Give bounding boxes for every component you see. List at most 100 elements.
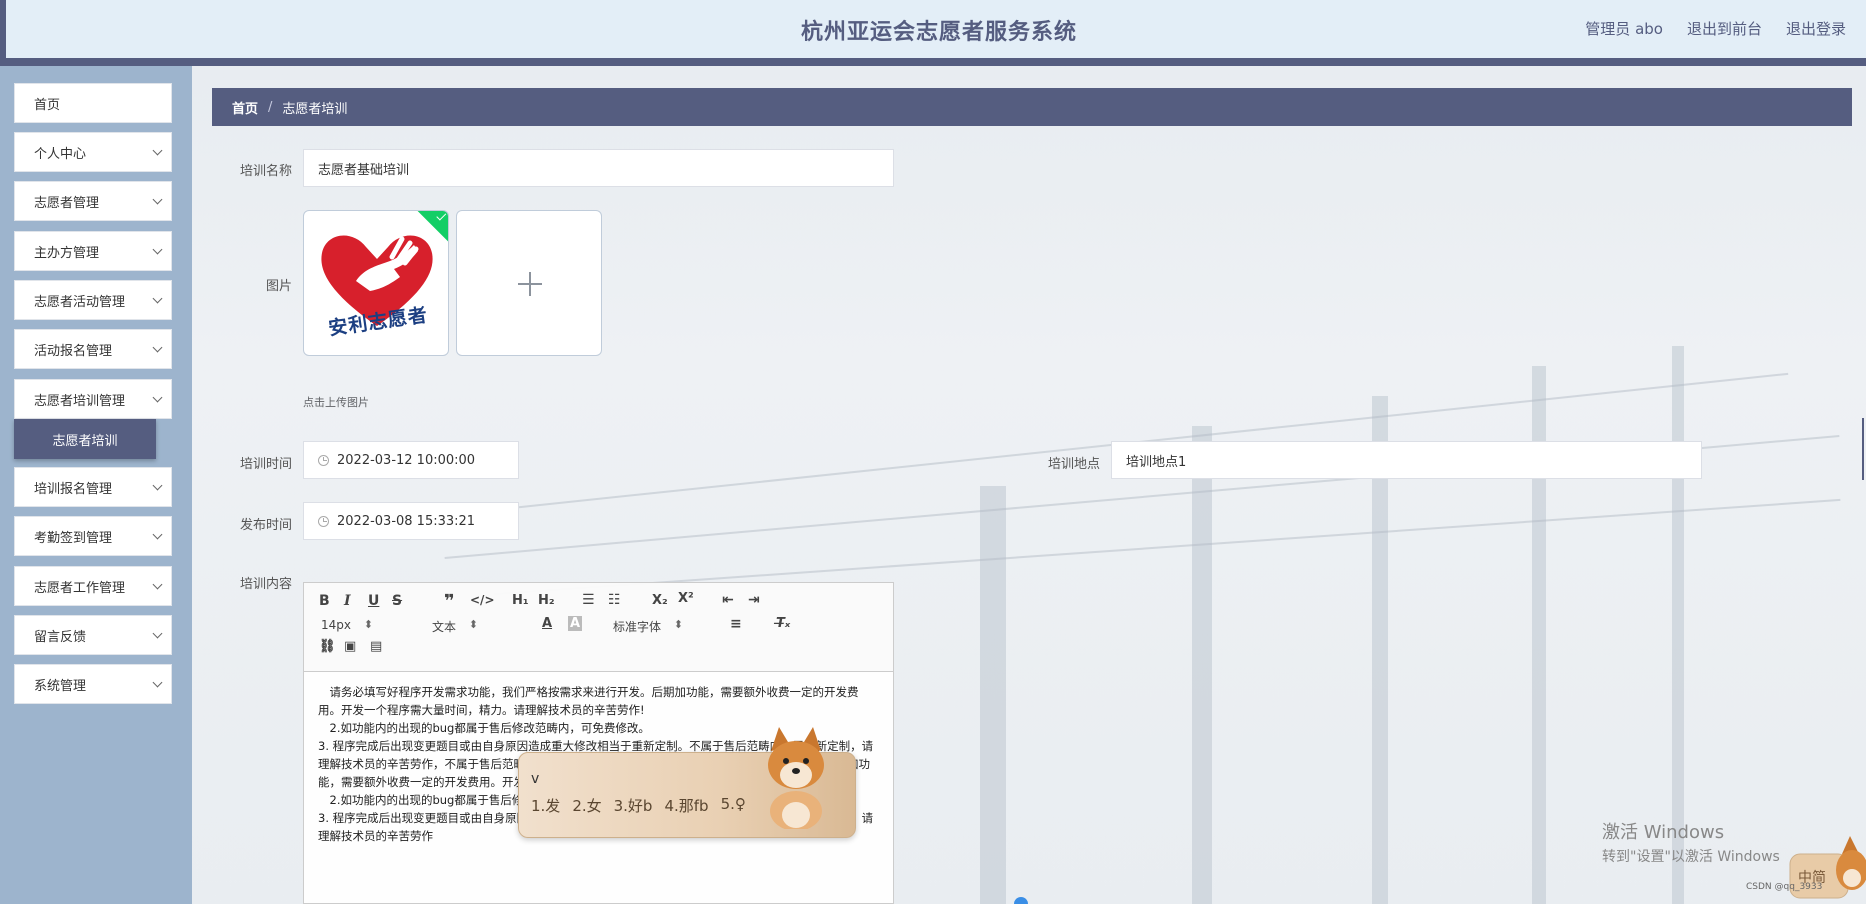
code-block-icon[interactable]: </> — [470, 593, 495, 607]
sidebar-item-training-mgmt[interactable]: 志愿者培训管理 — [14, 379, 172, 419]
sidebar-item-organizer-mgmt[interactable]: 主办方管理 — [14, 231, 172, 271]
admin-user-link[interactable]: 管理员 abo — [1585, 18, 1663, 39]
outdent-icon[interactable]: ⇤ — [722, 592, 734, 608]
font-size-select[interactable]: 14px — [321, 618, 373, 632]
sidebar-item-label: 培训报名管理 — [34, 481, 113, 497]
sidebar-item-volunteer-mgmt[interactable]: 志愿者管理 — [14, 181, 172, 221]
uploaded-image[interactable]: 安利志愿者 — [303, 210, 449, 356]
sidebar-subitem-training[interactable]: 志愿者培训 — [14, 419, 156, 459]
indent-icon[interactable]: ⇥ — [748, 592, 760, 608]
ordered-list-icon[interactable]: ☰ — [582, 592, 595, 608]
sidebar-item-label: 活动报名管理 — [34, 343, 113, 359]
chevron-down-icon — [152, 145, 163, 156]
sidebar-item-label: 首页 — [34, 97, 61, 113]
ime-candidate[interactable]: 4.那fb — [664, 795, 708, 816]
training-name-value: 志愿者基础培训 — [318, 162, 410, 178]
strikethrough-icon[interactable]: S — [392, 593, 402, 609]
sidebar-item-label: 志愿者活动管理 — [34, 294, 126, 310]
sidebar-item-label: 志愿者管理 — [34, 195, 100, 211]
chevron-down-icon — [152, 677, 163, 688]
windows-activation-watermark: 激活 Windows 转到"设置"以激活 Windows — [1602, 818, 1780, 866]
publish-time-label: 发布时间 — [239, 518, 292, 533]
sidebar-item-work-mgmt[interactable]: 志愿者工作管理 — [14, 566, 172, 606]
sidebar-item-activity-mgmt[interactable]: 志愿者活动管理 — [14, 280, 172, 320]
ime-typed-text: v — [531, 771, 540, 787]
ime-status-badge[interactable]: 中简 — [1786, 834, 1866, 904]
sidebar-item-label: 系统管理 — [34, 678, 87, 694]
sidebar-item-system-mgmt[interactable]: 系统管理 — [14, 664, 172, 704]
sidebar-item-label: 志愿者工作管理 — [34, 580, 126, 596]
clock-icon — [318, 515, 329, 527]
sidebar-item-feedback[interactable]: 留言反馈 — [14, 615, 172, 655]
text-type-select[interactable]: 文本 — [432, 618, 478, 635]
editor-toolbar: B I U S ❞ </> H₁ H₂ ☰ ☷ X₂ X² ⇤ ⇥ 14px 文… — [304, 583, 893, 672]
chevron-down-icon — [152, 293, 163, 304]
upload-add-button[interactable] — [456, 210, 602, 356]
blockquote-icon[interactable]: ❞ — [444, 591, 455, 612]
chevron-down-icon — [152, 342, 163, 353]
chevron-down-icon — [152, 194, 163, 205]
training-time-picker[interactable]: 2022-03-12 10:00:00 — [303, 441, 519, 479]
shiba-dog-icon — [768, 727, 824, 829]
logout-link[interactable]: 退出登录 — [1786, 18, 1846, 39]
watermark-line1: 激活 Windows — [1602, 822, 1725, 843]
chevron-down-icon — [152, 480, 163, 491]
watermark-line2: 转到"设置"以激活 Windows — [1602, 849, 1780, 865]
sidebar-item-activity-signup-mgmt[interactable]: 活动报名管理 — [14, 329, 172, 369]
ime-candidate-list: 1.发 2.女 3.好b 4.那fb 5.♀ — [531, 795, 746, 816]
right-edge-tab — [1862, 418, 1864, 480]
exit-to-front-link[interactable]: 退出到前台 — [1687, 18, 1762, 39]
training-name-label: 培训名称 — [239, 164, 292, 179]
training-name-input[interactable]: 志愿者基础培训 — [303, 149, 894, 187]
publish-time-picker[interactable]: 2022-03-08 15:33:21 — [303, 502, 519, 540]
sidebar-item-label: 个人中心 — [34, 146, 87, 162]
sidebar-item-label: 留言反馈 — [34, 629, 87, 645]
clock-icon — [318, 454, 329, 466]
heading1-icon[interactable]: H₁ — [512, 593, 529, 608]
sidebar-item-label: 考勤签到管理 — [34, 530, 113, 546]
training-time-label: 培训时间 — [239, 457, 292, 472]
breadcrumb-home[interactable]: 首页 — [232, 98, 258, 117]
image-icon[interactable]: ▣ — [344, 639, 356, 654]
chevron-down-icon — [152, 579, 163, 590]
header-links: 管理员 abo 退出到前台 退出登录 — [1585, 18, 1846, 39]
breadcrumb-current: 志愿者培训 — [282, 101, 348, 117]
subscript-icon[interactable]: X₂ — [652, 593, 668, 608]
bold-icon[interactable]: B — [319, 593, 330, 609]
sidebar-item-attendance-mgmt[interactable]: 考勤签到管理 — [14, 516, 172, 556]
underline-icon[interactable]: U — [368, 593, 379, 609]
training-location-label: 培训地点 — [1047, 457, 1100, 472]
upload-tip: 点击上传图片 — [303, 396, 369, 409]
link-icon[interactable]: ⛓ — [319, 639, 336, 654]
background-color-icon[interactable]: A — [568, 616, 583, 631]
sidebar: 首页 个人中心 志愿者管理 主办方管理 志愿者活动管理 活动报名管理 志愿者培训… — [0, 66, 192, 904]
training-time-value: 2022-03-12 10:00:00 — [337, 452, 476, 468]
ime-candidate[interactable]: 5.♀ — [721, 795, 746, 816]
header-divider — [0, 58, 1866, 66]
bullet-list-icon[interactable]: ☷ — [608, 592, 621, 608]
font-color-icon[interactable]: A — [542, 616, 552, 631]
ime-candidate[interactable]: 2.女 — [572, 795, 601, 816]
ime-candidate[interactable]: 1.发 — [531, 795, 560, 816]
video-icon[interactable]: ▤ — [370, 639, 382, 654]
clear-format-icon[interactable]: T̶ₓ — [776, 616, 790, 631]
font-family-select[interactable]: 标准字体 — [613, 618, 683, 635]
superscript-icon[interactable]: X² — [678, 591, 694, 606]
sidebar-item-personal-center[interactable]: 个人中心 — [14, 132, 172, 172]
sidebar-item-label: 志愿者培训管理 — [34, 393, 126, 409]
sidebar-item-training-signup-mgmt[interactable]: 培训报名管理 — [14, 467, 172, 507]
ime-candidate[interactable]: 3.好b — [614, 795, 653, 816]
ime-candidate-window: v 1.发 2.女 3.好b 4.那fb 5.♀ — [518, 727, 856, 838]
sidebar-item-home[interactable]: 首页 — [14, 83, 172, 123]
align-icon[interactable]: ≡ — [730, 616, 742, 632]
scroll-indicator — [1014, 897, 1028, 904]
chevron-down-icon — [152, 244, 163, 255]
header-bar: 杭州亚运会志愿者服务系统 管理员 abo 退出到前台 退出登录 — [0, 0, 1866, 58]
italic-icon[interactable]: I — [344, 593, 351, 609]
chevron-down-icon — [152, 628, 163, 639]
csdn-watermark: CSDN @qq_3933 — [1746, 882, 1823, 892]
publish-time-value: 2022-03-08 15:33:21 — [337, 513, 476, 529]
training-location-input[interactable]: 培训地点1 — [1111, 441, 1702, 479]
sidebar-item-label: 主办方管理 — [34, 245, 100, 261]
heading2-icon[interactable]: H₂ — [538, 593, 555, 608]
